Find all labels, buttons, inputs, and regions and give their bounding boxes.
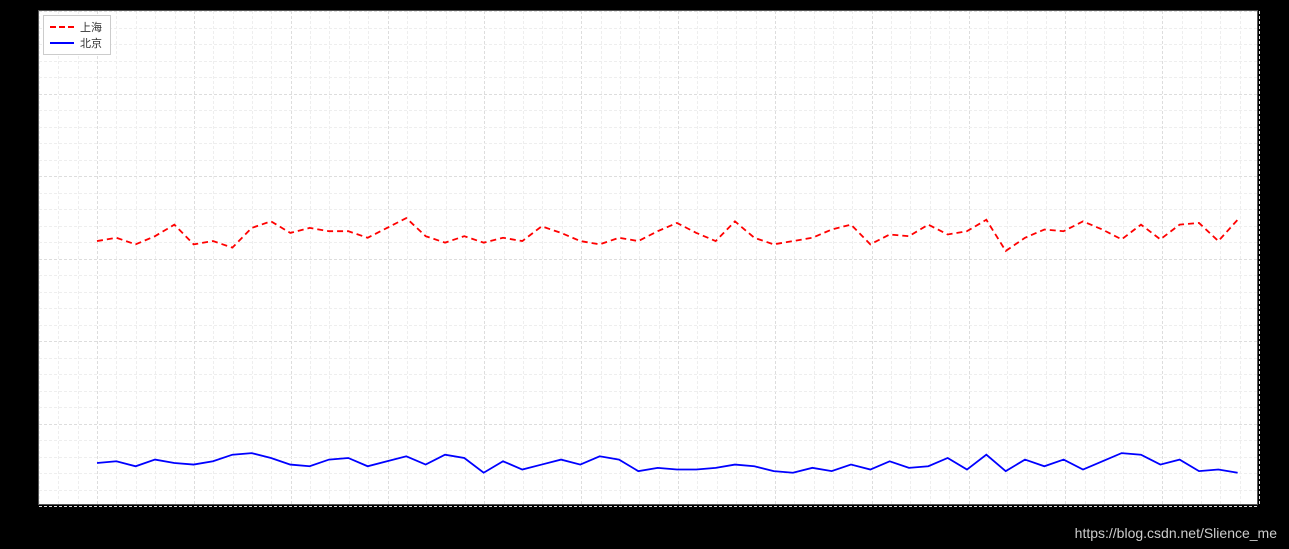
legend-swatch-dashed-icon [50,26,74,28]
legend-item-shanghai: 上海 [50,19,102,35]
chart-lines-svg [39,11,1257,504]
chart-legend: 上海 北京 [43,15,111,55]
legend-swatch-solid-icon [50,42,74,44]
chart-plot-area: 上海 北京 [38,10,1258,505]
watermark-text: https://blog.csdn.net/Slience_me [1075,525,1277,541]
series-shanghai [97,218,1238,251]
legend-label: 上海 [80,19,102,35]
legend-item-beijing: 北京 [50,35,102,51]
series-beijing [97,453,1238,473]
legend-label: 北京 [80,35,102,51]
